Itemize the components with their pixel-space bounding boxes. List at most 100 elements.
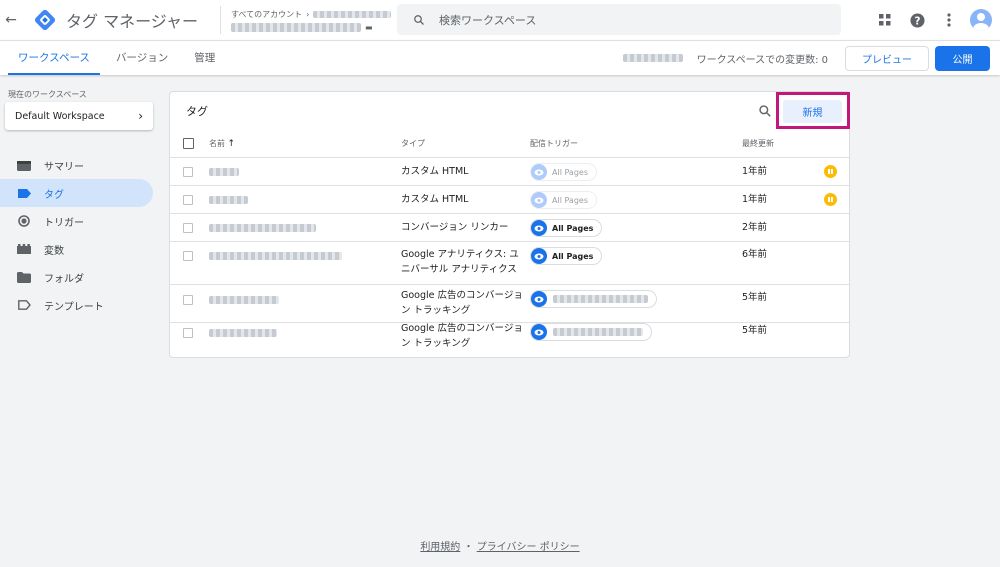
sidebar-nav: サマリー タグ トリガー 変数 フォルダ テンプレート [0, 151, 153, 319]
dropdown-icon[interactable]: ▬ [365, 23, 373, 32]
table-row[interactable]: コンバージョン リンカー All Pages 2年前 [170, 214, 849, 242]
tags-panel: タグ 新規 名前 ↑ タイプ 配信トリガー 最終更新 カスタム HTML All… [169, 91, 850, 358]
trigger-name-redacted [553, 328, 643, 336]
pageview-icon [531, 220, 547, 236]
arrow-back-icon[interactable]: ← [0, 0, 22, 40]
sidebar-item-triggers[interactable]: トリガー [0, 207, 153, 235]
svg-text:?: ? [914, 15, 920, 27]
paused-icon [824, 193, 837, 206]
new-tag-button[interactable]: 新規 [783, 100, 842, 123]
table-row[interactable]: Google アナリティクス: ユニバーサル アナリティクス All Pages… [170, 242, 849, 285]
trigger-chip[interactable] [530, 323, 652, 341]
variables-icon [17, 243, 31, 255]
template-icon [17, 299, 31, 311]
last-updated: 1年前 [742, 166, 768, 177]
table-row[interactable]: Google 広告のコンバージョン トラッキング 5年前 [170, 285, 849, 323]
account-selector[interactable]: すべてのアカウント › ▬ [219, 6, 392, 34]
select-all-checkbox[interactable] [183, 138, 194, 149]
workspace-selector[interactable]: Default Workspace › [5, 102, 153, 130]
breadcrumb-all-accounts[interactable]: すべてのアカウント [231, 9, 302, 20]
trigger-chip[interactable] [530, 290, 657, 308]
sidebar-item-label: サマリー [44, 161, 84, 173]
table-row[interactable]: カスタム HTML All Pages 1年前 [170, 186, 849, 214]
sidebar-item-folders[interactable]: フォルダ [0, 263, 153, 291]
chevron-right-icon: › [138, 109, 143, 123]
trigger-chip[interactable]: All Pages [530, 163, 597, 181]
row-checkbox[interactable] [183, 251, 193, 261]
search-icon[interactable] [758, 104, 772, 118]
account-avatar-icon[interactable] [970, 9, 992, 31]
row-checkbox[interactable] [183, 167, 193, 177]
column-type[interactable]: タイプ [401, 138, 425, 149]
footer: 利用規約 ・ プライバシー ポリシー [0, 538, 1000, 553]
more-vert-icon[interactable] [933, 0, 965, 40]
tag-type: コンバージョン リンカー [401, 222, 509, 233]
tag-name-redacted[interactable] [209, 252, 342, 260]
new-button-highlight: 新規 [776, 92, 850, 129]
search-placeholder[interactable]: 検索ワークスペース [439, 12, 536, 28]
last-updated: 2年前 [742, 222, 768, 233]
workspace-nav: ワークスペース バージョン 管理 ワークスペースでの変更数: 0 プレビュー 公… [0, 40, 1000, 75]
last-updated: 5年前 [742, 292, 768, 303]
tab-workspace[interactable]: ワークスペース [8, 41, 100, 75]
column-updated[interactable]: 最終更新 [742, 138, 774, 149]
app-title[interactable]: タグ マネージャー [66, 8, 198, 32]
tab-versions[interactable]: バージョン [106, 41, 178, 75]
last-updated: 5年前 [742, 325, 768, 336]
gtm-logo-icon[interactable] [33, 8, 57, 32]
table-row[interactable]: Google 広告のコンバージョン トラッキング 5年前 [170, 323, 849, 358]
sidebar-item-templates[interactable]: テンプレート [0, 291, 153, 319]
trigger-icon [17, 215, 31, 227]
column-trigger[interactable]: 配信トリガー [530, 138, 578, 149]
row-checkbox[interactable] [183, 295, 193, 305]
panel-title: タグ [186, 105, 208, 118]
apps-grid-icon[interactable] [869, 0, 901, 40]
tag-icon [17, 187, 31, 199]
tag-type: カスタム HTML [401, 166, 469, 177]
last-updated: 1年前 [742, 194, 768, 205]
tag-name-redacted[interactable] [209, 296, 279, 304]
main-tabs: ワークスペース バージョン 管理 [8, 41, 231, 75]
table-row[interactable]: カスタム HTML All Pages 1年前 [170, 158, 849, 186]
preview-button[interactable]: プレビュー [845, 45, 929, 71]
tag-name-redacted[interactable] [209, 329, 277, 337]
terms-link[interactable]: 利用規約 [420, 542, 460, 553]
tab-admin[interactable]: 管理 [184, 41, 225, 75]
workspace-search[interactable]: 検索ワークスペース [397, 4, 841, 35]
account-name-redacted [313, 10, 392, 18]
tag-type: カスタム HTML [401, 194, 469, 205]
column-name[interactable]: 名前 ↑ [209, 138, 235, 149]
arrow-up-icon[interactable]: ↑ [228, 139, 236, 149]
tag-type: Google 広告のコンバージョン トラッキング [401, 323, 523, 350]
row-checkbox[interactable] [183, 223, 193, 233]
workspace-name[interactable]: Default Workspace [15, 111, 105, 122]
tag-type: Google アナリティクス: ユニバーサル アナリティクス [401, 249, 519, 276]
help-icon[interactable]: ? [901, 0, 933, 40]
paused-icon [824, 165, 837, 178]
trigger-chip[interactable]: All Pages [530, 247, 603, 265]
privacy-link[interactable]: プライバシー ポリシー [477, 542, 580, 553]
sidebar-item-summary[interactable]: サマリー [0, 151, 153, 179]
workspace-changes: ワークスペースでの変更数: 0 [696, 54, 828, 66]
row-checkbox[interactable] [183, 195, 193, 205]
sidebar-item-label: タグ [44, 189, 64, 201]
trigger-label: All Pages [552, 195, 588, 205]
publish-button[interactable]: 公開 [935, 45, 990, 71]
trigger-label: All Pages [552, 167, 588, 177]
trigger-chip[interactable]: All Pages [530, 219, 603, 237]
tag-name-redacted[interactable] [209, 224, 316, 232]
folder-icon [17, 271, 31, 283]
sidebar-item-label: トリガー [44, 217, 84, 229]
trigger-chip[interactable]: All Pages [530, 191, 597, 209]
sidebar-item-variables[interactable]: 変数 [0, 235, 153, 263]
sidebar-item-label: 変数 [44, 245, 64, 257]
trigger-label: All Pages [552, 251, 594, 261]
tag-name-redacted[interactable] [209, 196, 248, 204]
tag-name-redacted[interactable] [209, 168, 239, 176]
sidebar-item-tags[interactable]: タグ [0, 179, 153, 207]
row-checkbox[interactable] [183, 328, 193, 338]
pageview-icon [531, 164, 547, 180]
search-icon [414, 14, 424, 25]
column-name-label[interactable]: 名前 [209, 139, 225, 148]
last-updated: 6年前 [742, 249, 768, 260]
